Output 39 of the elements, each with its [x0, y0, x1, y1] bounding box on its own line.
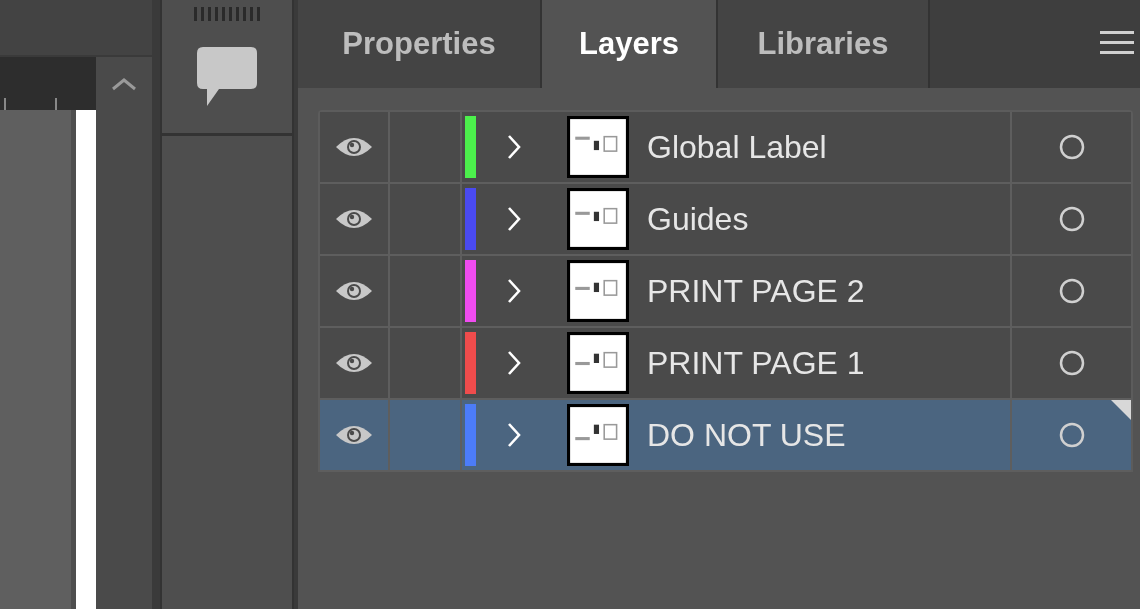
layer-thumbnail [567, 332, 629, 394]
layer-name: DO NOT USE [647, 416, 846, 454]
eye-icon[interactable] [335, 423, 373, 447]
chevron-icon[interactable] [506, 278, 522, 304]
comments-panel-button[interactable] [162, 0, 292, 136]
grip-icon[interactable] [194, 7, 260, 21]
chevron-icon[interactable] [506, 350, 522, 376]
target-circle-icon[interactable] [1058, 278, 1085, 304]
layer-row[interactable]: PRINT PAGE 2 [320, 256, 1131, 328]
layer-thumbnail [567, 260, 629, 322]
target-circle-icon[interactable] [1058, 134, 1085, 160]
target-circle-icon[interactable] [1058, 350, 1085, 376]
eye-icon[interactable] [335, 135, 373, 159]
caret-icon[interactable] [111, 77, 137, 91]
layer-name: PRINT PAGE 1 [647, 344, 865, 382]
panel-tab[interactable]: Properties [298, 0, 542, 88]
chevron-icon[interactable] [506, 422, 522, 448]
eye-icon[interactable] [335, 279, 373, 303]
chevron-icon[interactable] [506, 206, 522, 232]
panel-tab[interactable]: Libraries [718, 0, 930, 88]
layer-name: Guides [647, 200, 749, 238]
speech-bubble-icon[interactable] [197, 47, 257, 107]
layer-thumbnail [567, 116, 629, 178]
layer-row[interactable]: PRINT PAGE 1 [320, 328, 1131, 400]
layer-row[interactable]: DO NOT USE [320, 400, 1131, 472]
layer-name: PRINT PAGE 2 [647, 272, 865, 310]
layer-thumbnail [567, 188, 629, 250]
panel-tab[interactable]: Layers [542, 0, 718, 88]
chevron-icon[interactable] [506, 134, 522, 160]
target-circle-icon[interactable] [1058, 422, 1085, 448]
target-circle-icon[interactable] [1058, 206, 1085, 232]
layer-name: Global Label [647, 128, 827, 166]
selection-corner-icon [1111, 400, 1131, 420]
layer-thumbnail [567, 404, 629, 466]
eye-icon[interactable] [335, 207, 373, 231]
layer-row[interactable]: Guides [320, 184, 1131, 256]
layer-row[interactable]: Global Label [320, 112, 1131, 184]
eye-icon[interactable] [335, 351, 373, 375]
menu-icon[interactable] [1100, 31, 1134, 55]
